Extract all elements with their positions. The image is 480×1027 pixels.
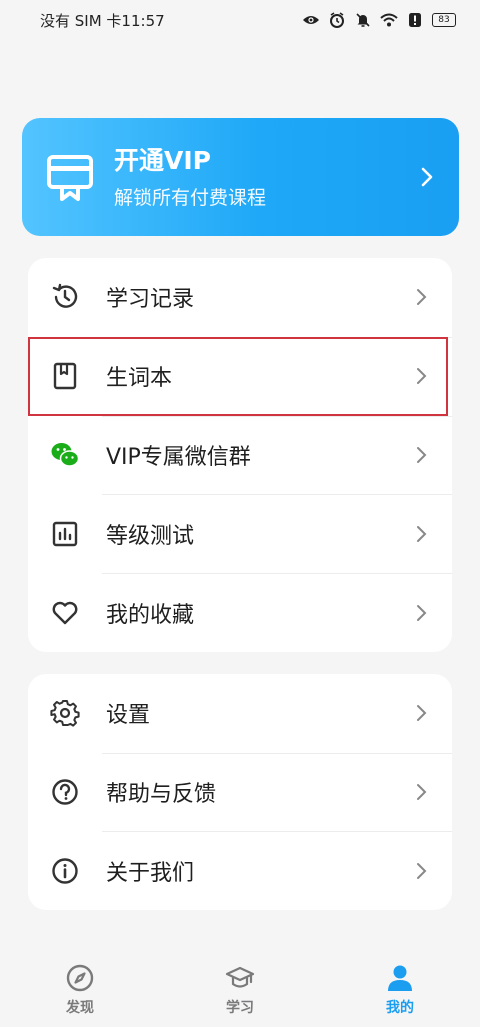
menu-item-vip-wechat-group[interactable]: VIP专属微信群 — [28, 415, 452, 495]
menu-item-label: 等级测试 — [106, 523, 195, 549]
eye-icon — [302, 12, 320, 28]
menu-item-label: 设置 — [106, 703, 151, 729]
menu-item-label: 关于我们 — [106, 860, 195, 886]
nav-tab-study[interactable]: 学习 — [180, 963, 300, 1017]
battery-icon: 83 — [432, 13, 456, 27]
history-icon — [50, 282, 80, 312]
menu-item-level-test[interactable]: 等级测试 — [28, 494, 452, 573]
status-icons: 83 — [302, 12, 456, 28]
vip-subtitle: 解锁所有付费课程 — [114, 186, 267, 209]
compass-icon — [65, 963, 95, 993]
nav-tab-discover[interactable]: 发现 — [20, 963, 140, 1017]
chevron-right-icon — [416, 287, 428, 307]
heart-icon — [50, 598, 80, 628]
nav-label: 我的 — [386, 1000, 414, 1016]
help-icon — [50, 777, 80, 807]
chevron-right-icon — [419, 165, 435, 189]
menu-item-label: 我的收藏 — [106, 602, 195, 628]
nav-label: 发现 — [66, 1000, 94, 1016]
menu-item-label: 学习记录 — [106, 287, 195, 313]
menu-item-study-record[interactable]: 学习记录 — [28, 258, 452, 337]
vip-banner[interactable]: 开通VIP 解锁所有付费课程 — [22, 118, 459, 236]
menu-item-favorites[interactable]: 我的收藏 — [28, 573, 452, 652]
chevron-right-icon — [416, 782, 428, 802]
wordbook-icon — [50, 361, 80, 391]
menu-item-label: VIP专属微信群 — [106, 444, 251, 470]
chevron-right-icon — [416, 524, 428, 544]
status-carrier-time: 没有 SIM 卡11:57 — [40, 11, 165, 30]
person-icon — [385, 963, 415, 993]
wechat-icon — [50, 440, 80, 470]
chart-icon — [50, 519, 80, 549]
graduation-cap-icon — [225, 963, 255, 993]
vip-title: 开通VIP — [114, 145, 211, 175]
bottom-nav: 发现 学习 我的 — [0, 955, 480, 1027]
menu-item-wordbook[interactable]: 生词本 — [28, 336, 452, 416]
chevron-right-icon — [416, 861, 428, 881]
gear-icon — [50, 698, 80, 728]
menu-item-help-feedback[interactable]: 帮助与反馈 — [28, 752, 452, 832]
nav-label: 学习 — [226, 1000, 254, 1016]
nav-tab-mine[interactable]: 我的 — [340, 963, 460, 1017]
mute-icon — [354, 12, 372, 28]
menu-item-label: 帮助与反馈 — [106, 782, 217, 808]
alarm-icon — [328, 12, 346, 28]
menu-card-secondary: 设置 帮助与反馈 关于我们 — [28, 674, 452, 910]
menu-item-settings[interactable]: 设置 — [28, 674, 452, 753]
status-bar: 没有 SIM 卡11:57 83 — [0, 0, 480, 40]
vip-text: 开通VIP 解锁所有付费课程 — [114, 145, 419, 210]
vip-card-icon — [46, 152, 94, 202]
wifi-icon — [380, 12, 398, 28]
info-icon — [50, 856, 80, 886]
menu-card-primary: 学习记录 生词本 VIP专属微信群 等级测试 我的收藏 — [28, 258, 452, 652]
alert-icon — [406, 12, 424, 28]
chevron-right-icon — [416, 603, 428, 623]
chevron-right-icon — [416, 445, 428, 465]
menu-item-label: 生词本 — [106, 366, 173, 392]
chevron-right-icon — [416, 703, 428, 723]
menu-item-about-us[interactable]: 关于我们 — [28, 831, 452, 910]
chevron-right-icon — [416, 366, 428, 386]
